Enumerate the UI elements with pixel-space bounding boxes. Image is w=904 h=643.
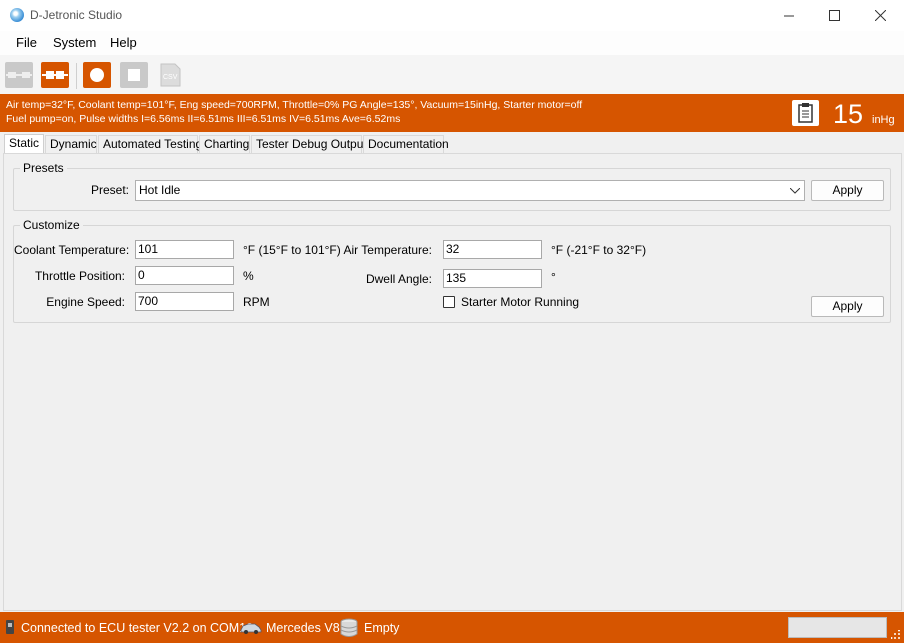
car-model: Mercedes V8 <box>266 621 340 635</box>
menu-file[interactable]: File <box>16 35 37 50</box>
close-button[interactable] <box>857 0 903 31</box>
maximize-icon <box>828 10 840 21</box>
presets-group: Presets Preset: Hot Idle Apply <box>13 161 891 211</box>
starter-motor-checkbox[interactable] <box>443 296 455 308</box>
dwell-label: Dwell Angle: <box>365 272 432 286</box>
csv-export-icon: CSV <box>160 63 181 87</box>
coolant-label: Coolant Temperature: <box>14 243 130 257</box>
dwell-unit: ° <box>551 270 556 284</box>
record-icon <box>90 68 104 82</box>
status-line-1: Air temp=32°F, Coolant temp=101°F, Eng s… <box>6 99 583 111</box>
vacuum-unit: inHg <box>872 114 895 126</box>
bottom-status-bar: Connected to ECU tester V2.2 on COM10 Me… <box>0 612 904 643</box>
customize-legend: Customize <box>20 218 83 232</box>
usb-device-icon <box>6 620 14 634</box>
tab-strip: Static Dynamic Automated Testing Chartin… <box>0 134 904 154</box>
menu-help[interactable]: Help <box>110 35 137 50</box>
maximize-button[interactable] <box>811 0 857 31</box>
tab-tester-debug-output[interactable]: Tester Debug Output <box>251 135 367 153</box>
tab-charting[interactable]: Charting <box>199 135 250 153</box>
customize-apply-button[interactable]: Apply <box>811 296 884 317</box>
tab-static[interactable]: Static <box>4 134 44 154</box>
record-button[interactable] <box>83 62 111 88</box>
coolant-input[interactable]: 101 <box>135 240 234 259</box>
menu-bar: File System Help <box>0 31 904 55</box>
air-temp-label: Air Temperature: <box>343 243 432 257</box>
clipboard-icon <box>798 103 813 123</box>
tab-dynamic[interactable]: Dynamic <box>45 135 97 153</box>
svg-text:CSV: CSV <box>163 74 178 81</box>
minimize-icon <box>784 15 794 16</box>
storage-status: Empty <box>364 621 400 635</box>
minimize-button[interactable] <box>766 0 812 31</box>
progress-bar <box>788 617 887 638</box>
car-icon <box>240 623 262 634</box>
menu-system[interactable]: System <box>53 35 96 50</box>
connect-button[interactable] <box>41 62 69 88</box>
tab-documentation[interactable]: Documentation <box>363 135 449 153</box>
stop-icon <box>128 69 140 81</box>
window-title: D-Jetronic Studio <box>30 8 123 22</box>
chevron-down-icon <box>790 188 800 194</box>
preset-label: Preset: <box>91 183 130 197</box>
copy-status-button[interactable] <box>792 100 819 126</box>
csv-export-button[interactable]: CSV <box>156 62 184 88</box>
database-icon <box>340 618 358 637</box>
air-temp-input[interactable]: 32 <box>443 240 542 259</box>
status-line-2: Fuel pump=on, Pulse widths I=6.56ms II=6… <box>6 113 401 125</box>
live-status-bar: Air temp=32°F, Coolant temp=101°F, Eng s… <box>0 94 904 132</box>
vacuum-readout: 15 <box>833 99 864 129</box>
engine-speed-label: Engine Speed: <box>46 295 125 309</box>
preset-selected-value: Hot Idle <box>139 183 181 197</box>
throttle-input[interactable]: 0 <box>135 266 234 285</box>
disconnect-plug-icon <box>6 72 32 78</box>
connection-status: Connected to ECU tester V2.2 on COM10 <box>21 621 254 635</box>
toolbar-separator <box>76 63 77 89</box>
throttle-label: Throttle Position: <box>34 269 125 283</box>
air-temp-range: °F (-21°F to 32°F) <box>551 243 647 257</box>
starter-motor-label: Starter Motor Running <box>461 295 580 309</box>
disconnect-button[interactable] <box>5 62 33 88</box>
title-bar: D-Jetronic Studio <box>0 0 904 31</box>
presets-legend: Presets <box>20 161 67 175</box>
preset-apply-button[interactable]: Apply <box>811 180 884 201</box>
connect-plug-icon <box>42 71 68 79</box>
app-icon <box>10 8 24 22</box>
static-tab-panel: Presets Preset: Hot Idle Apply Customize… <box>3 153 902 611</box>
customize-group: Customize Coolant Temperature: 101 °F (1… <box>13 218 891 323</box>
tab-automated-testing[interactable]: Automated Testing <box>98 135 202 153</box>
close-icon <box>874 10 886 21</box>
stop-button[interactable] <box>120 62 148 88</box>
throttle-unit: % <box>243 269 254 283</box>
dwell-input[interactable]: 135 <box>443 269 542 288</box>
engine-speed-input[interactable]: 700 <box>135 292 234 311</box>
toolbar: CSV <box>0 55 904 94</box>
preset-dropdown[interactable]: Hot Idle <box>135 180 805 201</box>
resize-grip-icon <box>891 630 900 639</box>
engine-speed-unit: RPM <box>243 295 270 309</box>
